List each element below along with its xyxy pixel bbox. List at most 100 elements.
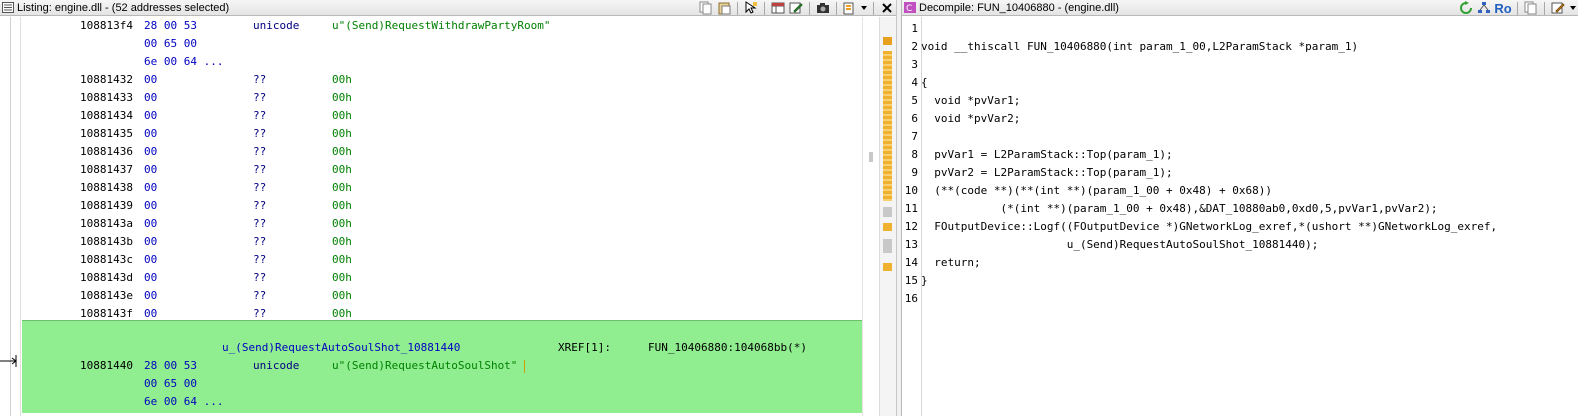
code-line[interactable]: 6 void *pvVar2; [902,110,1578,128]
copy-icon[interactable] [1523,1,1539,15]
row-bytes: 00 [144,127,158,140]
text-cursor [524,360,525,373]
row-address: 108813f4 [80,19,133,32]
code-text: { [921,76,928,89]
code-line[interactable]: 11 (*(int **)(param_1_00 + 0x48),&DAT_10… [902,200,1578,218]
row-bytes: 28 00 53 [144,359,197,372]
listing-row[interactable]: 10881432 00?? 00h [0,71,862,89]
listing-title: Listing: engine.dll - (52 addresses sele… [17,1,230,14]
row-address: 1088143b [80,235,133,248]
listing-title-bar: Listing: engine.dll - (52 addresses sele… [0,0,896,16]
line-number: 6 [911,112,918,125]
code-line[interactable]: 5 void *pvVar1; [902,92,1578,110]
listing-row[interactable]: 108813f4 28 00 53 unicode u"(Send)RequestWi… [0,17,862,35]
code-text: void __thiscall FUN_10406880(int param_1… [921,40,1359,53]
code-line[interactable]: 4{ [902,74,1578,92]
row-value: 00h [332,181,352,194]
code-line[interactable]: 16 [902,290,1578,308]
listing-row[interactable]: 10881436 00?? 00h [0,143,862,161]
edit-icon[interactable] [1550,1,1566,15]
listing-row[interactable]: 10881437 00?? 00h [0,161,862,179]
refresh-icon[interactable] [1458,1,1474,15]
xref-link[interactable]: FUN_10406880:104068bb(*) [648,339,807,357]
memory-icon[interactable] [842,1,858,15]
listing-row[interactable]: 6e 00 64 ... [0,53,862,71]
listing-row[interactable]: 1088143e 00?? 00h [0,287,862,305]
cursor-select-icon[interactable] [743,1,759,15]
overview-bar[interactable] [879,17,896,416]
row-bytes: 00 [144,91,158,104]
graph-icon[interactable] [1476,1,1492,15]
listing-row[interactable]: 1088143a 00?? 00h [0,215,862,233]
decompile-title: Decompile: FUN_10406880 - (engine.dll) [919,1,1119,14]
listing-row-selected[interactable]: 10881440 28 00 53 unicode u"(Send)RequestAu… [0,357,862,375]
listing-row[interactable]: 10881434 00?? 00h [0,107,862,125]
toolbar-separator [873,1,874,15]
row-mnemonic: ?? [253,289,267,302]
code-line[interactable]: 1 [902,20,1578,38]
listing-row[interactable]: 1088143c 00?? 00h [0,251,862,269]
row-address: 10881434 [80,109,133,122]
line-number: 15 [904,274,918,287]
code-text: pvVar2 = L2ParamStack::Top(param_1); [921,166,1173,179]
listing-row[interactable]: 10881439 00?? 00h [0,197,862,215]
line-number: 7 [911,130,918,143]
listing-row[interactable]: 00 65 00 [0,35,862,53]
row-bytes: 00 [144,217,158,230]
code-line[interactable]: 15} [902,272,1578,290]
listing-body[interactable]: 108813f4 28 00 53 unicode u"(Send)RequestWi… [0,17,862,416]
code-line[interactable]: 8 pvVar1 = L2ParamStack::Top(param_1); [902,146,1578,164]
code-text: } [921,274,928,287]
close-icon[interactable] [879,1,895,15]
code-line[interactable]: 9 pvVar2 = L2ParamStack::Top(param_1); [902,164,1578,182]
line-number: 9 [911,166,918,179]
listing-row-selected[interactable]: 00 65 00 [0,375,862,393]
listing-row[interactable]: 10881433 00?? 00h [0,89,862,107]
navigation-marker-bar[interactable] [862,17,879,416]
overview-segment [883,239,892,253]
line-number: 2 [911,40,918,53]
row-mnemonic: ?? [253,127,267,140]
code-line[interactable]: 14 return; [902,254,1578,272]
dropdown-icon[interactable] [860,1,868,15]
paste-icon[interactable] [716,1,732,15]
code-line[interactable]: 10 (**(code **)(**(int **)(param_1_00 + … [902,182,1578,200]
overview-segment [883,51,892,201]
row-bytes: 00 [144,163,158,176]
row-bytes: 6e 00 64 ... [144,55,224,68]
dropdown-icon[interactable] [1568,1,1578,15]
listing-row[interactable]: 10881438 00?? 00h [0,179,862,197]
copy-icon[interactable] [698,1,714,15]
symbol-label[interactable]: u_(Send)RequestAutoSoulShot_10881440 [222,339,460,357]
edit-icon[interactable] [788,1,804,15]
table-icon[interactable] [770,1,786,15]
code-line[interactable]: 2 void __thiscall FUN_10406880(int param_… [902,38,1578,56]
code-line[interactable]: 12 FOutputDevice::Logf((FOutputDevice *)… [902,218,1578,236]
listing-row[interactable]: 1088143b 00?? 00h [0,233,862,251]
row-mnemonic: ?? [253,253,267,266]
row-bytes: 00 [144,109,158,122]
listing-row-selected[interactable]: 6e 00 64 ... [0,393,862,411]
listing-row[interactable]: 1088143d 00?? 00h [0,269,862,287]
overview-segment [883,207,892,217]
code-line[interactable]: 13 u_(Send)RequestAutoSoulShot_10881440)… [902,236,1578,254]
overview-segment [883,263,892,271]
toolbar-separator [764,1,765,15]
row-mnemonic: unicode [253,359,300,372]
row-mnemonic: ?? [253,181,267,194]
row-address: 1088143d [80,271,133,284]
code-text: (*(int **)(param_1_00 + 0x48),&DAT_10880… [921,202,1438,215]
row-mnemonic: ?? [253,73,267,86]
decompile-body[interactable]: 1 2 void __thiscall FUN_10406880(int para… [902,17,1578,416]
marker-tick [869,152,873,162]
listing-row[interactable]: 10881435 00?? 00h [0,125,862,143]
row-value: 00h [332,217,352,230]
camera-icon[interactable] [815,1,831,15]
code-line[interactable]: 7 [902,128,1578,146]
read-only-toggle[interactable]: Ro [1494,1,1512,16]
decompile-title-bar: C Decompile: FUN_10406880 - (engine.dll)… [902,0,1578,16]
row-bytes: 00 65 00 [144,377,197,390]
line-number: 11 [904,202,918,215]
code-line[interactable]: 3 [902,56,1578,74]
